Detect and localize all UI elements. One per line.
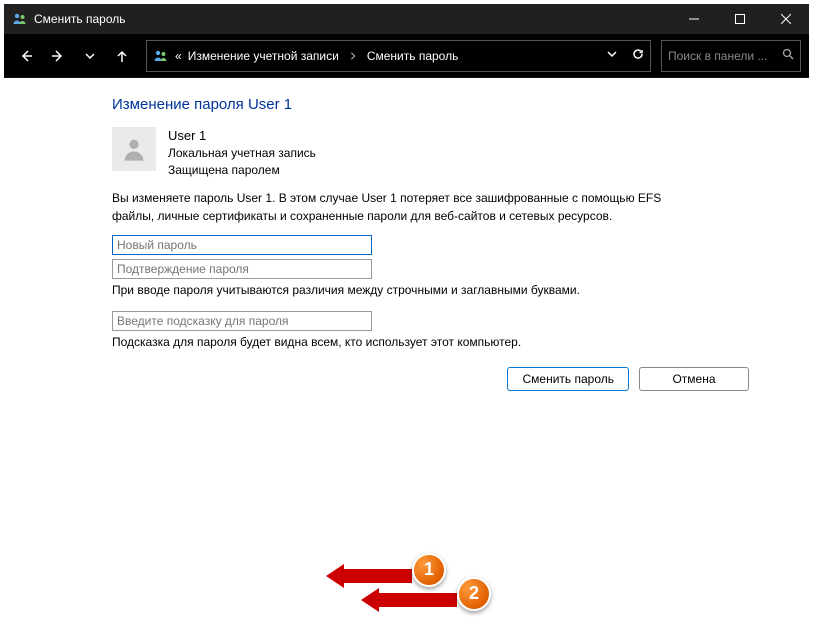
- hint-note: Подсказка для пароля будет видна всем, к…: [112, 335, 769, 349]
- change-password-button[interactable]: Сменить пароль: [507, 367, 629, 391]
- protection-status: Защищена паролем: [168, 162, 316, 179]
- content: Изменение пароля User 1 User 1 Локальная…: [4, 78, 809, 617]
- forward-button[interactable]: [44, 42, 72, 70]
- breadcrumb-parent[interactable]: Изменение учетной записи: [188, 49, 339, 63]
- warning-text: Вы изменяете пароль User 1. В этом случа…: [112, 189, 692, 225]
- addressbar[interactable]: « Изменение учетной записи Сменить парол…: [146, 40, 651, 72]
- breadcrumb-prefix: «: [175, 49, 182, 63]
- search-icon[interactable]: [782, 48, 794, 63]
- close-button[interactable]: [763, 4, 809, 34]
- up-button[interactable]: [108, 42, 136, 70]
- minimize-button[interactable]: [671, 4, 717, 34]
- titlebar: Сменить пароль: [4, 4, 809, 34]
- hint-input[interactable]: [112, 311, 372, 331]
- new-password-input[interactable]: [112, 235, 372, 255]
- maximize-button[interactable]: [717, 4, 763, 34]
- annotation-badge-1: 1: [412, 553, 446, 587]
- searchbox[interactable]: Поиск в панели ...: [661, 40, 801, 72]
- refresh-icon[interactable]: [632, 48, 644, 63]
- navbar: « Изменение учетной записи Сменить парол…: [4, 34, 809, 78]
- confirm-password-input[interactable]: [112, 259, 372, 279]
- window: Сменить пароль: [4, 4, 809, 617]
- chevron-right-icon: [345, 49, 361, 63]
- cancel-button[interactable]: Отмена: [639, 367, 749, 391]
- search-placeholder: Поиск в панели ...: [668, 49, 776, 63]
- page-title: Изменение пароля User 1: [112, 96, 769, 113]
- recent-button[interactable]: [76, 42, 104, 70]
- case-note: При вводе пароля учитываются различия ме…: [112, 283, 769, 297]
- annotation-badge-2: 2: [457, 577, 491, 611]
- avatar: [112, 127, 156, 171]
- user-block: User 1 Локальная учетная запись Защищена…: [112, 127, 769, 179]
- back-button[interactable]: [12, 42, 40, 70]
- users-icon: [153, 48, 169, 64]
- users-icon: [12, 11, 28, 27]
- window-title: Сменить пароль: [34, 12, 126, 26]
- breadcrumb-current[interactable]: Сменить пароль: [367, 49, 459, 63]
- chevron-down-icon[interactable]: [606, 48, 618, 63]
- account-type: Локальная учетная запись: [168, 145, 316, 162]
- user-name: User 1: [168, 127, 316, 145]
